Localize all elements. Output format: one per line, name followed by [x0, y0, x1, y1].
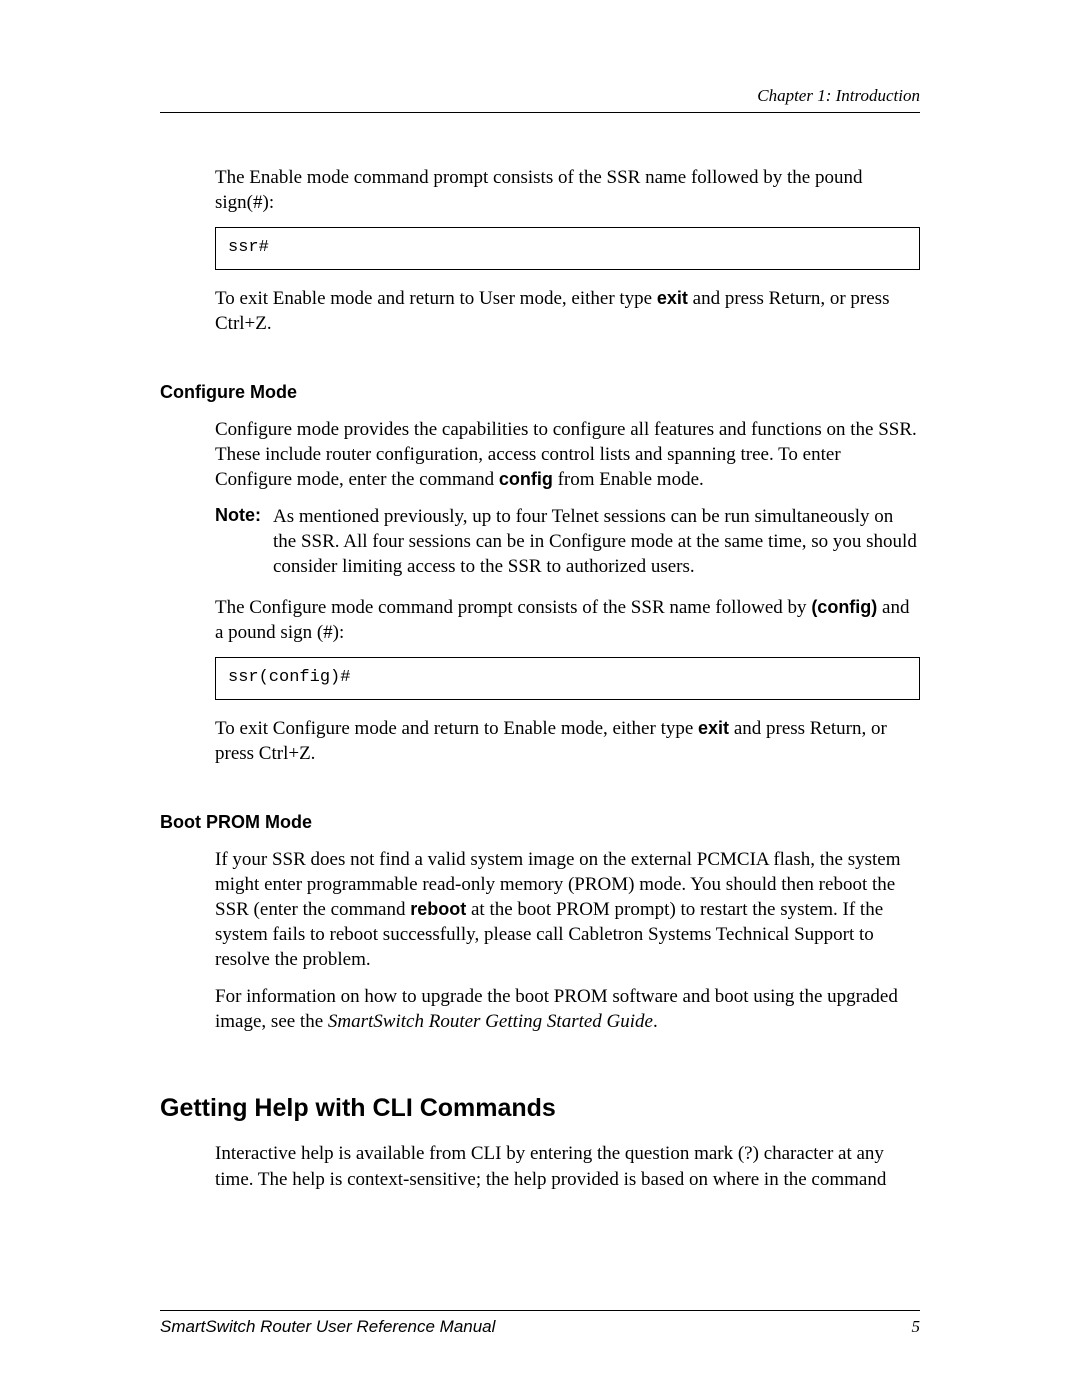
text: To exit Configure mode and return to Ena…: [215, 718, 698, 739]
exit-command: exit: [657, 288, 688, 308]
reboot-command: reboot: [410, 899, 466, 919]
manual-title: SmartSwitch Router User Reference Manual: [160, 1317, 495, 1337]
page-footer: SmartSwitch Router User Reference Manual…: [160, 1310, 920, 1337]
help-heading: Getting Help with CLI Commands: [160, 1094, 920, 1123]
referenced-guide: SmartSwitch Router Getting Started Guide: [328, 1011, 653, 1032]
text: The Enable mode command prompt consists …: [215, 167, 862, 213]
note-label: Note:: [215, 504, 261, 579]
bootprom-section: If your SSR does not find a valid system…: [215, 847, 920, 1035]
bootprom-p2: For information on how to upgrade the bo…: [215, 984, 920, 1034]
configure-codebox: ssr(config)#: [215, 657, 920, 699]
config-prompt-bold: (config): [811, 597, 877, 617]
page: Chapter 1: Introduction The Enable mode …: [0, 0, 1080, 1397]
running-header: Chapter 1: Introduction: [160, 86, 920, 113]
configure-note: Note: As mentioned previously, up to fou…: [215, 504, 920, 579]
configure-p1: Configure mode provides the capabilities…: [215, 417, 920, 492]
bootprom-heading: Boot PROM Mode: [160, 812, 920, 833]
text: The Configure mode command prompt consis…: [215, 597, 811, 618]
configure-p3: To exit Configure mode and return to Ena…: [215, 716, 920, 766]
text: .: [653, 1011, 658, 1032]
chapter-title: Chapter 1: Introduction: [757, 86, 920, 105]
enable-exit: To exit Enable mode and return to User m…: [215, 286, 920, 336]
note-body: As mentioned previously, up to four Teln…: [273, 504, 920, 579]
page-number: 5: [912, 1317, 921, 1337]
text: To exit Enable mode and return to User m…: [215, 288, 657, 309]
help-section: Interactive help is available from CLI b…: [215, 1141, 920, 1191]
bootprom-p1: If your SSR does not find a valid system…: [215, 847, 920, 972]
enable-codebox: ssr#: [215, 227, 920, 269]
config-command: config: [499, 469, 553, 489]
configure-p2: The Configure mode command prompt consis…: [215, 595, 920, 645]
exit-command: exit: [698, 718, 729, 738]
text: from Enable mode.: [553, 469, 704, 490]
configure-heading: Configure Mode: [160, 382, 920, 403]
help-p1: Interactive help is available from CLI b…: [215, 1141, 920, 1191]
enable-section: The Enable mode command prompt consists …: [215, 165, 920, 336]
configure-section: Configure mode provides the capabilities…: [215, 417, 920, 766]
enable-intro: The Enable mode command prompt consists …: [215, 165, 920, 215]
